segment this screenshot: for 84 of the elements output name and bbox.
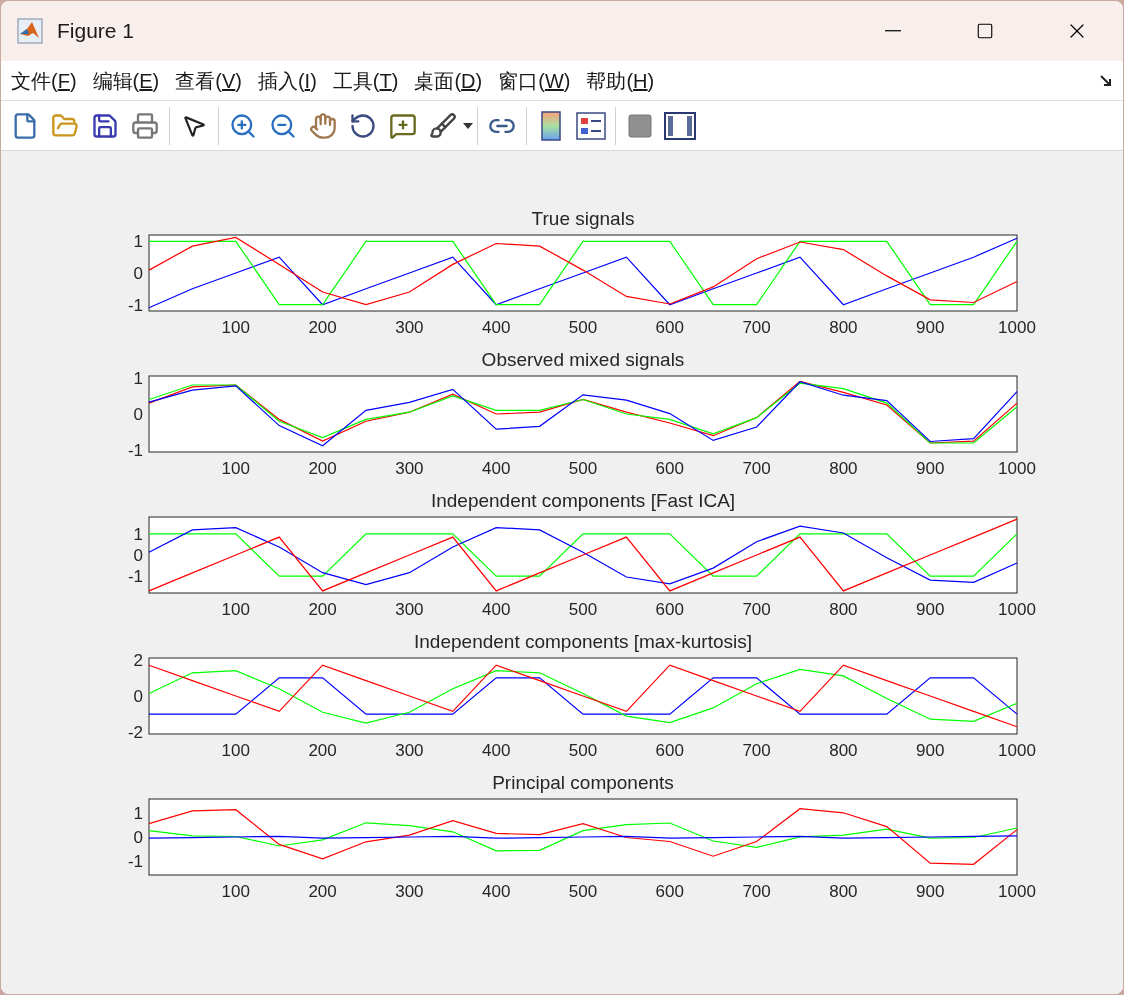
x-tick-label: 1000 <box>998 741 1036 760</box>
x-tick-label: 600 <box>655 600 684 619</box>
x-tick-label: 100 <box>221 882 250 901</box>
plot-title: Independent components [Fast ICA] <box>430 489 736 513</box>
x-tick-label: 500 <box>568 459 598 478</box>
caret-icon[interactable] <box>463 122 473 129</box>
x-tick-label: 400 <box>482 882 511 901</box>
x-tick-label: 900 <box>916 318 945 337</box>
x-tick-label: 900 <box>916 600 945 619</box>
menu-item[interactable]: 插入(I) <box>257 65 317 96</box>
x-tick-label: 700 <box>742 882 771 901</box>
x-tick-label: 200 <box>308 882 337 901</box>
dock-arrow-icon[interactable] <box>1099 73 1113 88</box>
y-tick-label: 1 <box>133 804 143 824</box>
x-tick-label: 300 <box>395 882 424 901</box>
x-tick-label: 1000 <box>998 600 1036 619</box>
menu-item[interactable]: 查看(V) <box>175 65 242 96</box>
x-tick-label: 1000 <box>998 459 1036 478</box>
y-tick-label: 0 <box>133 687 143 706</box>
x-tick-label: 300 <box>395 741 424 760</box>
y-tick-label: -1 <box>127 441 143 461</box>
x-tick-label: 500 <box>568 882 598 901</box>
x-tick-label: 100 <box>221 318 250 337</box>
y-tick-label: 1 <box>133 524 143 544</box>
x-tick-label: 600 <box>655 741 684 760</box>
plot-title: True signals <box>531 207 635 231</box>
x-tick-label: 500 <box>568 741 598 760</box>
x-tick-label: 400 <box>482 318 511 337</box>
x-tick-label: 800 <box>829 741 858 760</box>
menu-item[interactable]: 窗口(W) <box>498 65 571 96</box>
y-tick-label: 1 <box>133 232 143 252</box>
x-tick-label: 200 <box>308 318 337 337</box>
y-tick-label: 0 <box>133 546 143 565</box>
y-tick-label: 0 <box>133 264 143 283</box>
x-tick-label: 100 <box>221 600 250 619</box>
x-tick-label: 900 <box>916 741 945 760</box>
y-tick-label: -1 <box>127 567 143 587</box>
y-tick-label: 0 <box>133 405 143 424</box>
x-tick-label: 900 <box>916 882 945 901</box>
x-tick-label: 700 <box>742 459 771 478</box>
x-tick-label: 100 <box>221 741 250 760</box>
x-tick-label: 600 <box>655 882 684 901</box>
x-tick-label: 500 <box>568 600 598 619</box>
x-tick-label: 400 <box>482 741 511 760</box>
x-tick-label: 100 <box>221 459 250 478</box>
x-tick-label: 700 <box>742 318 771 337</box>
x-tick-label: 800 <box>829 318 858 337</box>
x-tick-label: 300 <box>395 318 424 337</box>
x-tick-label: 1000 <box>998 318 1036 337</box>
x-tick-label: 200 <box>308 459 337 478</box>
x-tick-label: 700 <box>742 741 771 760</box>
x-tick-label: 300 <box>395 459 424 478</box>
menu-item[interactable]: 编辑(E) <box>92 65 160 96</box>
x-tick-label: 300 <box>395 600 424 619</box>
x-tick-label: 500 <box>568 318 598 337</box>
plot-title: Principal components <box>492 771 674 795</box>
minimize-icon <box>885 30 901 32</box>
y-tick-label: -2 <box>127 723 143 743</box>
x-tick-label: 700 <box>742 600 771 619</box>
x-tick-label: 200 <box>308 600 337 619</box>
menu-item[interactable]: 帮助(H) <box>586 65 655 96</box>
menu-item[interactable]: 文件(F) <box>11 65 77 96</box>
x-tick-label: 200 <box>308 741 337 760</box>
y-tick-label: -1 <box>127 851 143 871</box>
y-tick-label: -1 <box>127 295 143 315</box>
x-tick-label: 800 <box>829 600 858 619</box>
x-tick-label: 800 <box>829 882 858 901</box>
window-title: Figure 1 <box>57 18 135 45</box>
menu-item[interactable]: 工具(T) <box>332 65 399 96</box>
plot-title: Observed mixed signals <box>481 348 685 372</box>
x-tick-label: 400 <box>482 459 511 478</box>
app-logo-icon <box>17 18 43 44</box>
x-tick-label: 600 <box>655 459 684 478</box>
maximize-icon <box>976 22 994 40</box>
x-tick-label: 600 <box>655 318 684 337</box>
x-tick-label: 900 <box>916 459 945 478</box>
y-tick-label: 1 <box>133 368 143 388</box>
y-tick-label: 0 <box>133 828 143 847</box>
y-tick-label: 2 <box>133 650 143 670</box>
x-tick-label: 400 <box>482 600 511 619</box>
plot-title: Independent components [max-kurtosis] <box>414 630 752 654</box>
menu-item[interactable]: 桌面(D) <box>414 65 483 96</box>
x-tick-label: 800 <box>829 459 858 478</box>
x-tick-label: 1000 <box>998 882 1036 901</box>
